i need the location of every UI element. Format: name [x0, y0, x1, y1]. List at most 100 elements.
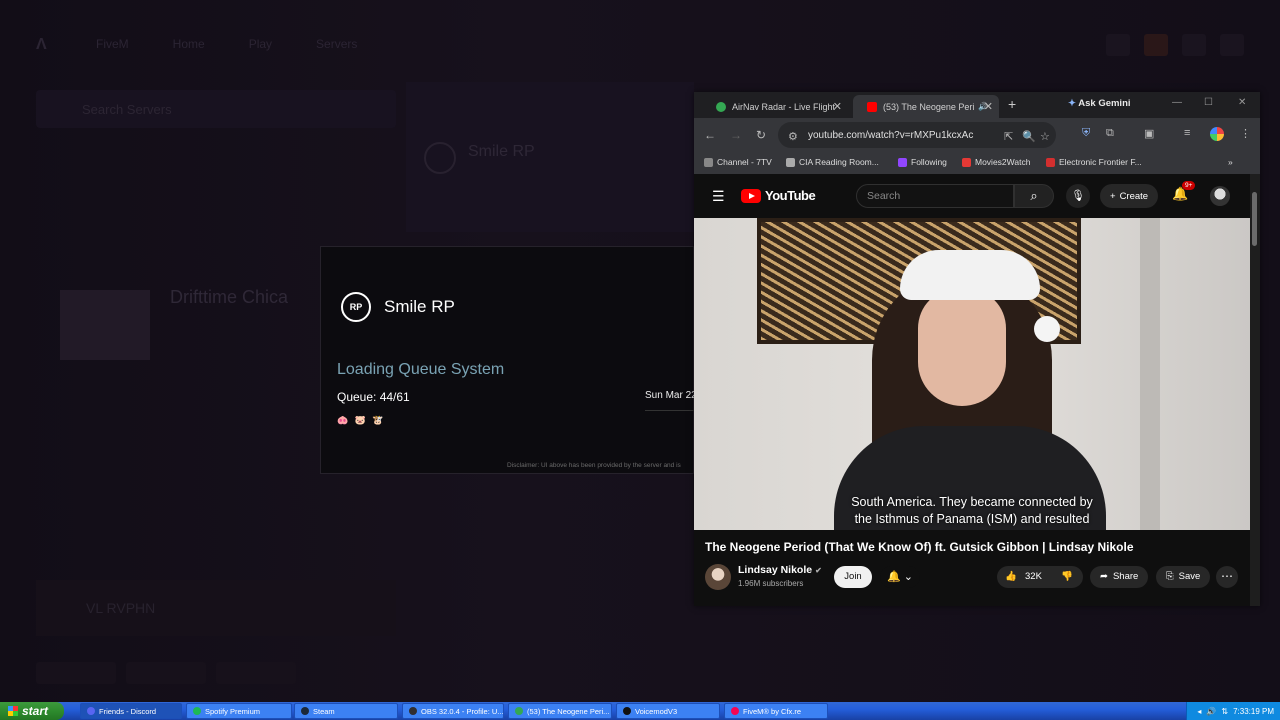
tray-expand-icon[interactable]: ◂	[1197, 707, 1201, 716]
bookmark-item[interactable]: Following	[898, 157, 947, 167]
airnav-favicon-icon	[716, 101, 726, 112]
task-label: Steam	[313, 706, 335, 716]
bookmarks-overflow-icon[interactable]: »	[1228, 157, 1233, 167]
account-avatar[interactable]	[1210, 186, 1230, 206]
close-tab-icon[interactable]: ✕	[984, 100, 993, 113]
more-menu-icon[interactable]: ⋮	[1240, 127, 1251, 140]
zoom-icon[interactable]: 🔍	[1022, 130, 1036, 143]
launcher-bottom-text: VL RVPHN	[86, 600, 156, 616]
join-button[interactable]: Join	[834, 566, 872, 588]
launcher-tab[interactable]	[126, 662, 206, 684]
bookmark-label: CIA Reading Room...	[799, 157, 879, 167]
santa-hat	[900, 250, 1040, 300]
launcher-action-button[interactable]	[1182, 34, 1206, 56]
youtube-search-input[interactable]: Search	[856, 184, 1014, 208]
taskbar-item-steam[interactable]: Steam	[294, 703, 398, 719]
subscription-bell-button[interactable]: 🔔 ⌄	[880, 566, 920, 588]
queue-emojis: 🐽 🐷 🐮	[337, 415, 386, 425]
tab-airnav[interactable]: AirNav Radar - Live Flight ✕	[702, 95, 848, 118]
more-actions-icon[interactable]: ⋯	[1216, 566, 1238, 588]
channel-name[interactable]: Lindsay Nikole ✔	[738, 564, 822, 576]
save-button[interactable]: ⎘ Save	[1156, 566, 1211, 588]
bookmark-item[interactable]: Movies2Watch	[962, 157, 1030, 167]
scrollbar-thumb[interactable]	[1252, 192, 1257, 246]
channel-name-text: Lindsay Nikole	[738, 564, 813, 576]
video-captions: South America. They became connected by …	[694, 494, 1250, 528]
voicemod-icon	[623, 707, 631, 715]
create-button[interactable]: + Create	[1100, 184, 1159, 208]
taskbar-item-voicemod[interactable]: VoicemodV3	[616, 703, 720, 719]
media-controls-icon[interactable]: ≡	[1184, 127, 1190, 139]
close-window-icon[interactable]: ✕	[1238, 97, 1246, 108]
like-dislike-group: 👍 32K 👎	[997, 566, 1083, 588]
new-tab-button[interactable]: +	[1008, 96, 1016, 112]
microphone-icon[interactable]: 🎙	[1066, 184, 1090, 208]
forward-icon[interactable]: →	[730, 128, 742, 142]
start-button[interactable]: start	[0, 702, 64, 720]
launcher-top-actions	[1106, 34, 1244, 56]
launcher-action-button[interactable]	[1144, 34, 1168, 56]
like-icon[interactable]: 👍	[1005, 566, 1017, 588]
channel-avatar[interactable]	[705, 564, 731, 590]
site-info-icon[interactable]: ⚙	[788, 130, 798, 143]
loading-queue-label: Loading Queue System	[337, 361, 505, 378]
notification-badge: 9+	[1182, 181, 1196, 190]
dislike-icon[interactable]: 👎	[1061, 566, 1073, 588]
taskbar-item-chrome[interactable]: (53) The Neogene Peri...	[508, 703, 612, 719]
launcher-action-button[interactable]	[1106, 34, 1130, 56]
smile-rp-logo: RP	[341, 292, 371, 322]
launcher-tab[interactable]	[36, 662, 116, 684]
launcher-nav-item[interactable]: FiveM	[96, 37, 129, 51]
like-count[interactable]: 32K	[1025, 566, 1042, 588]
back-icon[interactable]: ←	[704, 128, 716, 142]
video-player[interactable]: South America. They became connected by …	[694, 218, 1250, 530]
launcher-search[interactable]: Search Servers	[36, 90, 396, 128]
address-bar[interactable]: ⚙ youtube.com/watch?v=rMXPu1kcxAc ⇱ 🔍 ☆	[778, 122, 1056, 148]
ask-gemini-button[interactable]: ✦ Ask Gemini	[1068, 98, 1131, 109]
server-name: Smile RP	[384, 297, 455, 316]
taskbar-item-discord[interactable]: Friends - Discord	[80, 703, 182, 719]
side-panel-icon[interactable]: ▣	[1144, 127, 1154, 140]
task-label: FiveM® by Cfx.re	[743, 706, 802, 716]
tab-strip: AirNav Radar - Live Flight ✕ (53) The Ne…	[694, 92, 1260, 118]
profile-avatar[interactable]	[1210, 127, 1224, 141]
caption-line: the Isthmus of Panama (ISM) and resulted	[854, 512, 1090, 526]
extensions-puzzle-icon[interactable]: ⧉	[1106, 127, 1114, 140]
bookmark-star-icon[interactable]: ☆	[1040, 130, 1050, 143]
twitch-icon	[898, 157, 907, 167]
cia-icon	[786, 157, 795, 167]
search-icon[interactable]: ⌕	[1014, 184, 1054, 208]
volume-icon[interactable]: 🔊	[1206, 707, 1216, 716]
spotify-icon	[193, 707, 201, 715]
youtube-logo[interactable]: YouTube	[741, 188, 816, 203]
windows-flag-icon	[8, 706, 18, 716]
tab-title: AirNav Radar - Live Flight	[732, 101, 836, 112]
bookmark-item[interactable]: CIA Reading Room...	[786, 157, 879, 167]
clock[interactable]: 7:33:19 PM	[1233, 707, 1274, 716]
youtube-page: ☰ YouTube Search ⌕ 🎙 + Create 🔔 9+ South …	[694, 174, 1250, 606]
share-button[interactable]: ➦ Share	[1090, 566, 1149, 588]
taskbar-item-obs[interactable]: OBS 32.0.4 - Profile: U...	[402, 703, 504, 719]
hamburger-menu-icon[interactable]: ☰	[712, 188, 725, 205]
fivem-icon	[731, 707, 739, 715]
extension-shield-icon[interactable]: ⛨	[1082, 127, 1090, 140]
taskbar-item-fivem[interactable]: FiveM® by Cfx.re	[724, 703, 828, 719]
install-app-icon[interactable]: ⇱	[1004, 130, 1013, 143]
bookmark-item[interactable]: Channel - 7TV	[704, 157, 772, 167]
launcher-tab[interactable]	[216, 662, 296, 684]
youtube-favicon-icon	[867, 101, 877, 112]
close-tab-icon[interactable]: ✕	[833, 100, 842, 113]
network-icon[interactable]: ⇅	[1221, 707, 1228, 716]
tab-youtube[interactable]: (53) The Neogene Peri 🔊 ✕	[853, 95, 999, 118]
reload-icon[interactable]: ↻	[756, 128, 766, 142]
launcher-nav-item[interactable]: Home	[173, 37, 205, 51]
bookmark-item[interactable]: Electronic Frontier F...	[1046, 157, 1142, 167]
minimize-icon[interactable]: —	[1172, 97, 1182, 108]
launcher-nav-item[interactable]: Play	[249, 37, 272, 51]
taskbar-item-spotify[interactable]: Spotify Premium	[186, 703, 292, 719]
caption-line: South America. They became connected by	[851, 495, 1093, 509]
server-card-title: Smile RP	[468, 143, 535, 160]
maximize-icon[interactable]: ☐	[1204, 97, 1213, 108]
launcher-action-button[interactable]	[1220, 34, 1244, 56]
launcher-nav-item[interactable]: Servers	[316, 37, 357, 51]
